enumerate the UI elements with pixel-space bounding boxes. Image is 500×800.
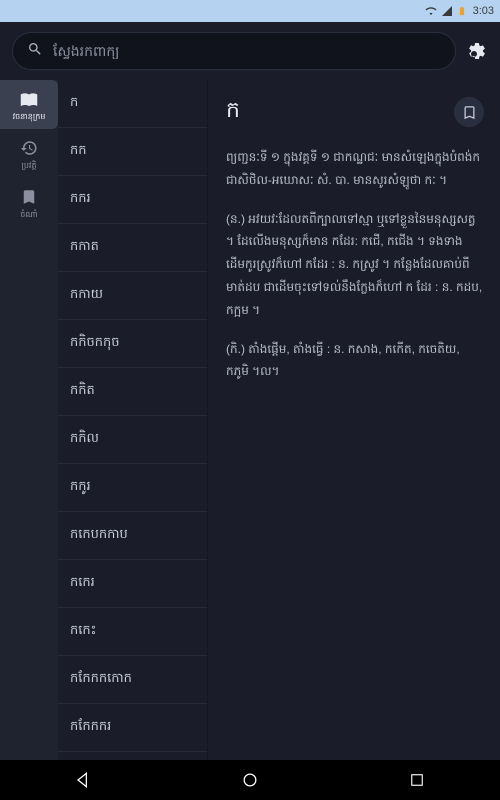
history-icon [20, 139, 38, 159]
word-list-item[interactable]: ក [58, 80, 207, 128]
android-status-bar: 3:03 [0, 0, 500, 22]
word-list-item[interactable]: កកិត [58, 368, 207, 416]
nav-item-dictionary[interactable]: វចនានុក្រម [0, 80, 58, 129]
search-icon [27, 41, 43, 62]
word-list-item[interactable]: កកូរ [58, 464, 207, 512]
main-area: វចនានុក្រម ប្រវត្តិ ចំណាំ ក កក កករ កកាត … [0, 80, 500, 760]
android-nav-bar [0, 760, 500, 800]
definition-title: ក [226, 96, 240, 128]
battery-icon [457, 4, 467, 18]
word-list-item[interactable]: កកិចកកុច [58, 320, 207, 368]
word-list-item[interactable]: កកែកករ [58, 704, 207, 752]
word-list-item[interactable]: កកេបកកាប [58, 512, 207, 560]
definition-header: ក [226, 96, 484, 128]
wifi-icon [425, 5, 437, 17]
definition-pane: ក ព្យញ្ជនៈទី ១ ក្នុងវគ្គទី ១ ជាកណ្ឋជៈ មា… [208, 80, 500, 760]
definition-paragraph: (ន.) អវយវៈដែលតពីក្បាលទៅស្មា ឬទៅខ្លួននៃមន… [226, 208, 484, 322]
nav-item-history[interactable]: ប្រវត្តិ [0, 129, 58, 178]
definition-paragraph: ព្យញ្ជនៈទី ១ ក្នុងវគ្គទី ១ ជាកណ្ឋជៈ មានស… [226, 146, 484, 192]
bookmark-icon [20, 188, 38, 208]
status-time: 3:03 [473, 5, 494, 17]
word-list-item[interactable]: កកិល [58, 416, 207, 464]
word-list-item[interactable]: កកាយ [58, 272, 207, 320]
android-back-button[interactable] [63, 760, 103, 800]
word-list-item[interactable]: កកេះ [58, 608, 207, 656]
android-recents-button[interactable] [397, 760, 437, 800]
settings-button[interactable] [466, 40, 488, 62]
word-list[interactable]: ក កក កករ កកាត កកាយ កកិចកកុច កកិត កកិល កក… [58, 80, 208, 760]
android-home-button[interactable] [230, 760, 270, 800]
bookmark-button[interactable] [454, 97, 484, 127]
search-input[interactable] [53, 43, 441, 59]
definition-paragraph: (កិ.) តាំងផ្តើម, តាំងធ្វើ : ន. កសាង, កកើ… [226, 338, 484, 384]
word-list-item[interactable]: កកេរ [58, 560, 207, 608]
word-list-item[interactable]: កកាត [58, 224, 207, 272]
search-box[interactable] [12, 32, 456, 70]
word-list-item[interactable]: កករ [58, 176, 207, 224]
search-row [0, 22, 500, 80]
book-open-icon [20, 90, 38, 110]
word-list-item[interactable]: កកែកកកោក [58, 656, 207, 704]
nav-label: វចនានុក្រម [13, 113, 46, 121]
nav-label: ប្រវត្តិ [21, 162, 36, 170]
word-list-item[interactable]: កក [58, 128, 207, 176]
nav-item-bookmarks[interactable]: ចំណាំ [0, 178, 58, 227]
side-nav: វចនានុក្រម ប្រវត្តិ ចំណាំ [0, 80, 58, 760]
signal-icon [441, 5, 453, 17]
nav-label: ចំណាំ [20, 211, 37, 219]
